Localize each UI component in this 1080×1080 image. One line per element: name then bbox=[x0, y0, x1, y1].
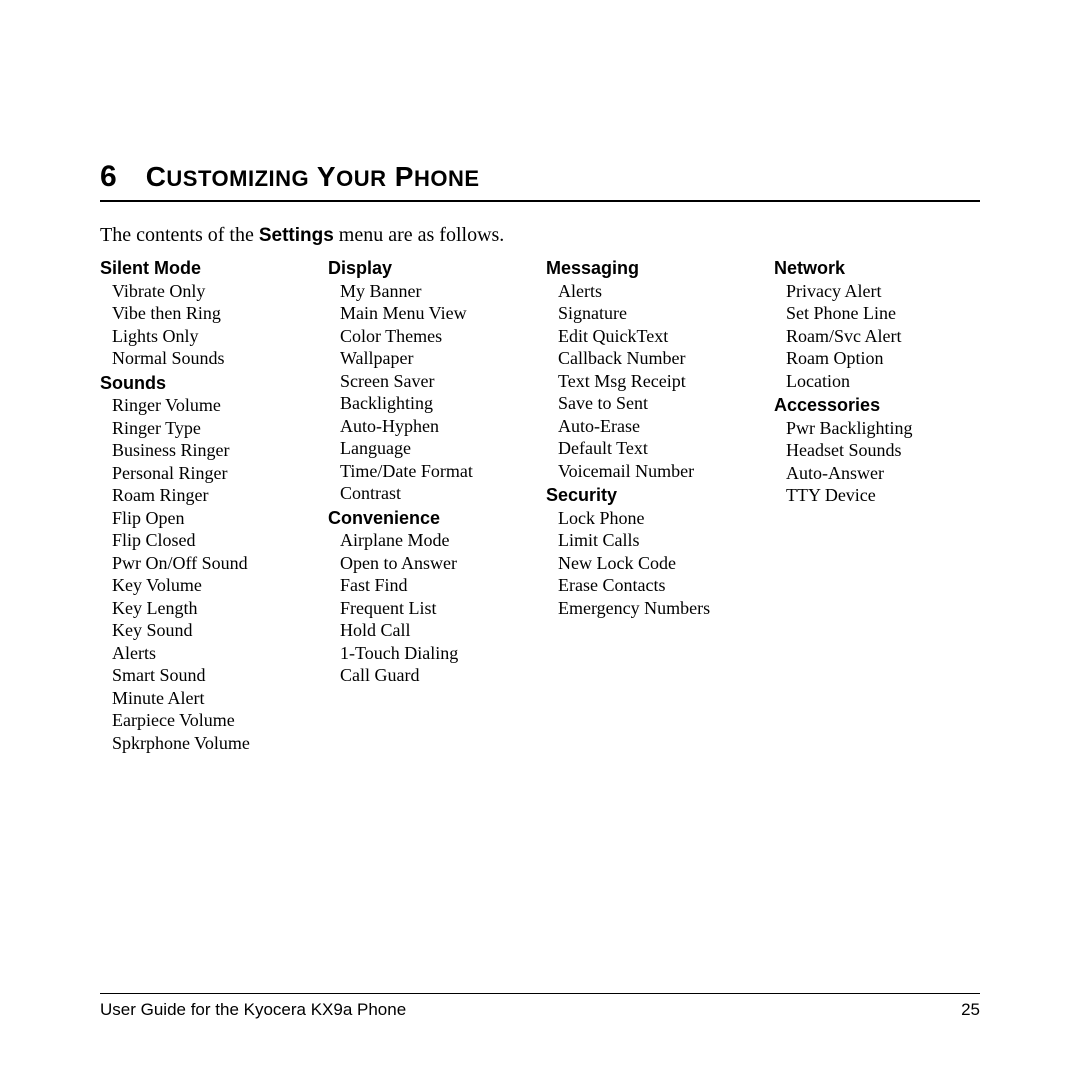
menu-item: Hold Call bbox=[340, 619, 538, 642]
menu-item: Auto-Answer bbox=[786, 462, 974, 485]
menu-item: Spkrphone Volume bbox=[112, 732, 320, 755]
menu-item: My Banner bbox=[340, 280, 538, 303]
menu-item: Signature bbox=[558, 302, 766, 325]
menu-item: TTY Device bbox=[786, 484, 974, 507]
menu-item: Erase Contacts bbox=[558, 574, 766, 597]
section-heading: Display bbox=[328, 257, 538, 280]
menu-item: Edit QuickText bbox=[558, 325, 766, 348]
menu-item: Alerts bbox=[558, 280, 766, 303]
settings-column: DisplayMy BannerMain Menu ViewColor Them… bbox=[328, 257, 538, 754]
menu-item: Key Sound bbox=[112, 619, 320, 642]
menu-item: Airplane Mode bbox=[340, 529, 538, 552]
menu-item: Pwr Backlighting bbox=[786, 417, 974, 440]
menu-item: Business Ringer bbox=[112, 439, 320, 462]
menu-item: Smart Sound bbox=[112, 664, 320, 687]
menu-item: Set Phone Line bbox=[786, 302, 974, 325]
menu-item: Wallpaper bbox=[340, 347, 538, 370]
menu-item: Vibrate Only bbox=[112, 280, 320, 303]
menu-item: Lock Phone bbox=[558, 507, 766, 530]
section-heading: Accessories bbox=[774, 394, 974, 417]
settings-column: Silent ModeVibrate OnlyVibe then RingLig… bbox=[100, 257, 320, 754]
menu-item: Language bbox=[340, 437, 538, 460]
menu-item: Main Menu View bbox=[340, 302, 538, 325]
menu-item: Alerts bbox=[112, 642, 320, 665]
menu-item: Roam Ringer bbox=[112, 484, 320, 507]
menu-item: Time/Date Format bbox=[340, 460, 538, 483]
intro-text: The contents of the Settings menu are as… bbox=[100, 224, 980, 247]
footer-left: User Guide for the Kyocera KX9a Phone bbox=[100, 1000, 406, 1020]
menu-item: Roam Option bbox=[786, 347, 974, 370]
menu-item: Open to Answer bbox=[340, 552, 538, 575]
menu-item: Text Msg Receipt bbox=[558, 370, 766, 393]
intro-suffix: menu are as follows. bbox=[334, 224, 505, 246]
menu-item: Vibe then Ring bbox=[112, 302, 320, 325]
menu-item: Fast Find bbox=[340, 574, 538, 597]
menu-item: Ringer Volume bbox=[112, 394, 320, 417]
menu-item: Headset Sounds bbox=[786, 439, 974, 462]
section-heading: Sounds bbox=[100, 372, 320, 395]
menu-item: Lights Only bbox=[112, 325, 320, 348]
section-heading: Silent Mode bbox=[100, 257, 320, 280]
settings-column: MessagingAlertsSignatureEdit QuickTextCa… bbox=[546, 257, 766, 754]
menu-item: Callback Number bbox=[558, 347, 766, 370]
menu-item: 1-Touch Dialing bbox=[340, 642, 538, 665]
menu-item: Earpiece Volume bbox=[112, 709, 320, 732]
menu-item: Auto-Hyphen bbox=[340, 415, 538, 438]
chapter-title-part: P bbox=[386, 161, 413, 192]
menu-item: New Lock Code bbox=[558, 552, 766, 575]
intro-bold: Settings bbox=[259, 225, 334, 246]
page-footer: User Guide for the Kyocera KX9a Phone 25 bbox=[100, 993, 980, 1020]
heading-rule bbox=[100, 200, 980, 202]
menu-item: Key Volume bbox=[112, 574, 320, 597]
menu-item: Screen Saver bbox=[340, 370, 538, 393]
chapter-title-part: OUR bbox=[336, 166, 386, 191]
chapter-title: CUSTOMIZING YOUR PHONE bbox=[146, 161, 480, 193]
menu-item: Personal Ringer bbox=[112, 462, 320, 485]
menu-item: Voicemail Number bbox=[558, 460, 766, 483]
settings-columns: Silent ModeVibrate OnlyVibe then RingLig… bbox=[100, 257, 980, 754]
menu-item: Emergency Numbers bbox=[558, 597, 766, 620]
menu-item: Save to Sent bbox=[558, 392, 766, 415]
menu-item: Frequent List bbox=[340, 597, 538, 620]
chapter-number: 6 bbox=[100, 160, 117, 194]
menu-item: Backlighting bbox=[340, 392, 538, 415]
section-heading: Network bbox=[774, 257, 974, 280]
settings-column: NetworkPrivacy AlertSet Phone LineRoam/S… bbox=[774, 257, 974, 754]
footer-page-number: 25 bbox=[961, 1000, 980, 1020]
menu-item: Contrast bbox=[340, 482, 538, 505]
chapter-heading: 6 CUSTOMIZING YOUR PHONE bbox=[100, 160, 980, 194]
menu-item: Call Guard bbox=[340, 664, 538, 687]
menu-item: Ringer Type bbox=[112, 417, 320, 440]
menu-item: Normal Sounds bbox=[112, 347, 320, 370]
menu-item: Color Themes bbox=[340, 325, 538, 348]
menu-item: Flip Closed bbox=[112, 529, 320, 552]
menu-item: Key Length bbox=[112, 597, 320, 620]
intro-prefix: The contents of the bbox=[100, 224, 259, 246]
section-heading: Messaging bbox=[546, 257, 766, 280]
chapter-title-part: Y bbox=[309, 161, 336, 192]
menu-item: Roam/Svc Alert bbox=[786, 325, 974, 348]
menu-item: Default Text bbox=[558, 437, 766, 460]
chapter-title-part: HONE bbox=[414, 166, 480, 191]
chapter-title-part: USTOMIZING bbox=[166, 166, 309, 191]
section-heading: Convenience bbox=[328, 507, 538, 530]
menu-item: Flip Open bbox=[112, 507, 320, 530]
menu-item: Limit Calls bbox=[558, 529, 766, 552]
menu-item: Auto-Erase bbox=[558, 415, 766, 438]
page: 6 CUSTOMIZING YOUR PHONE The contents of… bbox=[0, 0, 1080, 1080]
section-heading: Security bbox=[546, 484, 766, 507]
menu-item: Privacy Alert bbox=[786, 280, 974, 303]
chapter-title-part: C bbox=[146, 161, 167, 192]
menu-item: Pwr On/Off Sound bbox=[112, 552, 320, 575]
menu-item: Location bbox=[786, 370, 974, 393]
menu-item: Minute Alert bbox=[112, 687, 320, 710]
